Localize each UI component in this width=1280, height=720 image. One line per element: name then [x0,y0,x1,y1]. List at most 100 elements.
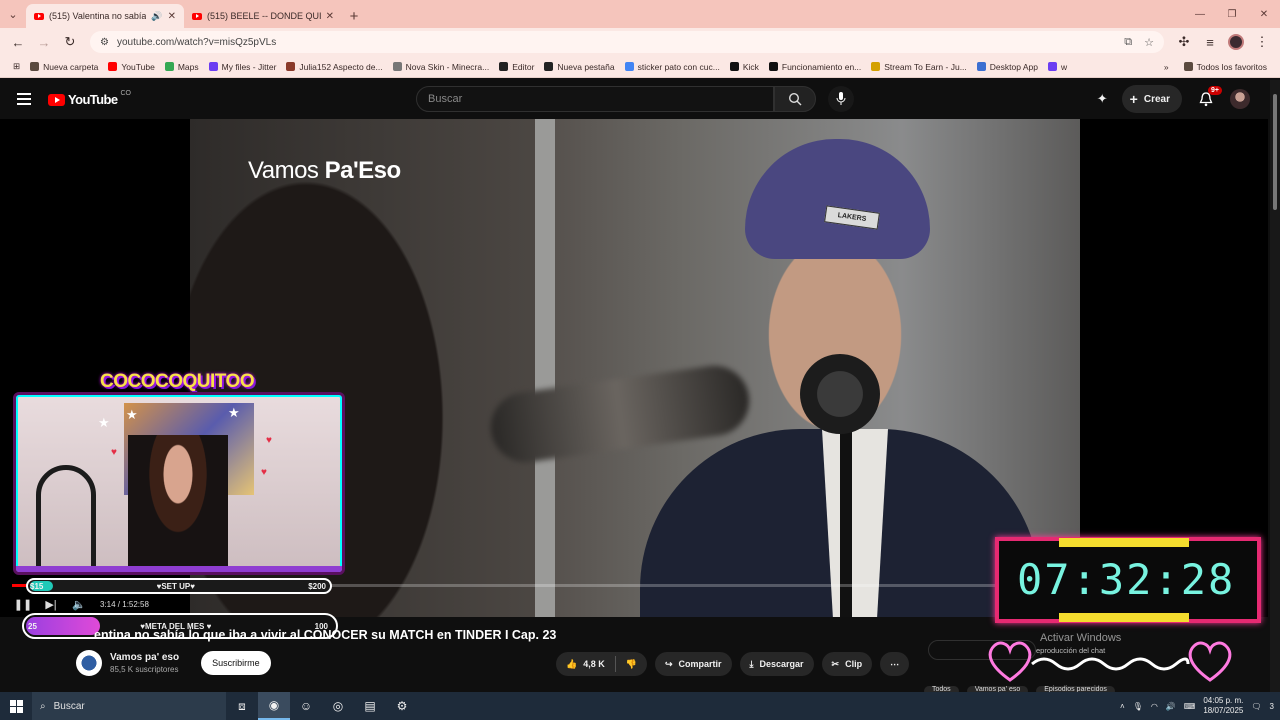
setup-goal-bar: $15 ♥SET UP♥ $200 [26,578,332,594]
chevron-up-icon[interactable]: ˄ [1120,702,1125,711]
close-tab-icon[interactable]: ✕ [168,11,176,22]
install-app-icon[interactable]: ⧉ [1124,36,1132,49]
close-tab-icon[interactable]: ✕ [326,11,334,22]
folder-icon [30,62,40,71]
all-bookmarks-button[interactable]: Todos los favoritos [1179,62,1272,72]
voice-search-button[interactable] [828,86,854,112]
bookmark-label: My files - Jitter [221,61,277,72]
chrome-menu-icon[interactable]: ⋮ [1250,30,1274,54]
folder-icon [1183,62,1193,71]
file-explorer-taskbar-icon[interactable]: ▤ [354,692,386,720]
page-scrollbar[interactable] [1270,80,1280,692]
audio-playing-icon[interactable]: 🔊 [151,11,162,22]
account-avatar[interactable] [1230,89,1250,109]
star-icon: ★ [98,415,110,430]
like-icon[interactable]: 👍 [566,659,577,670]
task-view-icon[interactable]: ⧈ [226,692,258,720]
obs-taskbar-icon[interactable]: ◎ [322,692,354,720]
extensions-icon[interactable]: ✣ [1172,30,1196,54]
bookmark-item[interactable]: Nova Skin - Minecra... [388,62,495,72]
search-input[interactable]: Buscar [416,86,774,112]
heart-icon: ♥ [261,467,267,478]
pause-icon[interactable]: ❚❚ [14,597,32,611]
more-bookmarks-icon[interactable]: » [1164,62,1169,72]
apps-icon[interactable]: ⊞ [8,61,25,72]
browser-toolbar: ← → ↻ ⚙ youtube.com/watch?v=misQz5pVLs ⧉… [0,28,1280,56]
tab-youtube-valentina[interactable]: (515) Valentina no sabía lo 🔊 ✕ [26,4,184,28]
bookmark-label: Nueva carpeta [43,61,99,72]
subscribe-button[interactable]: Suscribirme [201,651,271,675]
next-icon[interactable]: ▶| [44,597,58,611]
address-bar[interactable]: ⚙ youtube.com/watch?v=misQz5pVLs ⧉ ☆ [90,31,1164,53]
bookmark-item[interactable]: Stream To Earn - Ju... [866,62,972,72]
guide-menu-icon[interactable] [17,93,31,108]
close-window-button[interactable]: ✕ [1248,0,1280,28]
skin-icon [286,62,296,71]
clock[interactable]: 04:05 p. m. 18/07/2025 [1203,696,1243,716]
bookmark-item[interactable]: Nueva carpeta [25,62,103,72]
bookmark-item[interactable]: sticker pato con cuc... [620,62,725,72]
volume-tray-icon[interactable]: 🔊 [1166,702,1176,711]
channel-avatar[interactable] [76,650,102,676]
bookmark-item[interactable]: Funcionamiento en... [764,62,866,72]
goal-target: $200 [308,581,326,591]
bookmark-label: Julia152 Aspecto de... [299,61,383,72]
bookmark-item[interactable]: Desktop App [972,62,1043,72]
ai-sparkle-icon[interactable]: ✦ [1097,91,1108,107]
bookmark-item[interactable]: Nueva pestaña [539,62,619,72]
new-tab-button[interactable]: + [342,4,366,28]
clip-button[interactable]: ✂ Clip [821,652,873,676]
bookmark-item[interactable]: YouTube [103,62,159,72]
discord-taskbar-icon[interactable]: ☺ [290,692,322,720]
download-label: Descargar [759,659,804,669]
channel-name[interactable]: Vamos pa' eso [110,652,179,663]
download-icon: ⤓ [749,658,754,669]
bookmark-item[interactable]: Maps [160,62,204,72]
bookmark-item[interactable]: Julia152 Aspecto de... [281,62,387,72]
keyboard-icon[interactable]: ⌨ [1184,702,1196,711]
bookmark-item[interactable]: My files - Jitter [204,62,282,72]
bookmark-label: Maps [177,61,199,72]
minimize-button[interactable]: — [1184,0,1216,28]
search-button[interactable] [774,86,816,112]
bookmark-label: Nova Skin - Minecra... [405,61,490,72]
youtube-icon [108,62,118,71]
microphone-tray-icon[interactable]: 🎙 [1133,702,1143,711]
reload-button[interactable]: ↻ [58,30,82,54]
share-button[interactable]: ↪ Compartir [654,652,732,676]
youtube-logo[interactable]: YouTube CO [48,90,131,107]
profile-avatar[interactable] [1224,30,1248,54]
youtube-favicon-icon [34,12,44,20]
dislike-icon[interactable]: 👎 [626,659,637,670]
notifications-button[interactable]: 9+ [1196,86,1222,109]
scrollbar-thumb[interactable] [1273,94,1277,210]
editor-icon [499,62,509,71]
more-actions-button[interactable]: ⋯ [880,652,910,676]
chrome-taskbar-icon[interactable]: ◉ [258,692,290,720]
media-control-icon[interactable]: ≡ [1198,30,1222,54]
download-button[interactable]: ⤓ Descargar [739,652,814,676]
like-count[interactable]: 4,8 K [583,659,605,669]
bookmark-star-icon[interactable]: ☆ [1144,36,1154,49]
clip-label: Clip [845,659,863,669]
back-button[interactable]: ← [6,30,30,54]
notification-center-icon[interactable]: 🗨 [1251,702,1261,711]
coin-icon [871,62,881,71]
taskbar-search[interactable]: ⌕ Buscar [32,692,226,720]
restore-button[interactable]: ❐ [1216,0,1248,28]
wifi-icon[interactable]: ◠ [1151,702,1158,711]
maps-icon [164,62,174,71]
youtube-favicon-icon [192,12,202,20]
steam-taskbar-icon[interactable]: ⚙ [386,692,418,720]
bookmark-item[interactable]: Editor [494,62,539,72]
tab-youtube-beele[interactable]: (515) BEELE -- DONDE QUIERA ✕ [184,4,342,28]
tab-title: (515) BEELE -- DONDE QUIERA [207,11,321,21]
bookmark-item[interactable]: w [1043,62,1072,72]
site-info-icon[interactable]: ⚙ [100,37,109,48]
tab-search-button[interactable]: ⌄ [0,0,26,28]
bookmark-item[interactable]: Kick [725,62,764,72]
start-button[interactable] [0,692,32,720]
volume-icon[interactable]: 🔈 [72,597,86,611]
forward-button[interactable]: → [32,30,56,54]
create-button[interactable]: + Crear [1121,85,1182,113]
